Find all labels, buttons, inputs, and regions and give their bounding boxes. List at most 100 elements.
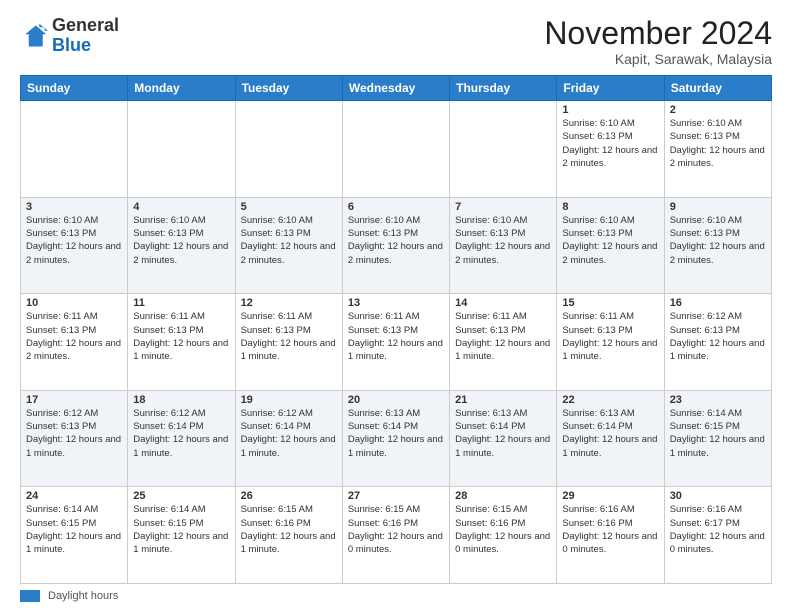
day-info: Sunrise: 6:14 AM Sunset: 6:15 PM Dayligh… xyxy=(133,503,229,556)
calendar-cell xyxy=(342,101,449,198)
day-number: 3 xyxy=(26,201,122,213)
day-info: Sunrise: 6:12 AM Sunset: 6:13 PM Dayligh… xyxy=(670,310,766,363)
day-info: Sunrise: 6:10 AM Sunset: 6:13 PM Dayligh… xyxy=(455,214,551,267)
day-number: 9 xyxy=(670,201,766,213)
day-number: 1 xyxy=(562,104,658,116)
calendar-week-row: 10Sunrise: 6:11 AM Sunset: 6:13 PM Dayli… xyxy=(21,294,772,391)
day-info: Sunrise: 6:14 AM Sunset: 6:15 PM Dayligh… xyxy=(670,407,766,460)
day-number: 20 xyxy=(348,394,444,406)
calendar-cell: 13Sunrise: 6:11 AM Sunset: 6:13 PM Dayli… xyxy=(342,294,449,391)
calendar-cell: 26Sunrise: 6:15 AM Sunset: 6:16 PM Dayli… xyxy=(235,487,342,584)
page: General Blue November 2024 Kapit, Sarawa… xyxy=(0,0,792,612)
calendar-week-row: 1 Sunrise: 6:10 AM Sunset: 6:13 PM Daylig… xyxy=(21,101,772,198)
day-number: 17 xyxy=(26,394,122,406)
calendar-cell: 9Sunrise: 6:10 AM Sunset: 6:13 PM Daylig… xyxy=(664,197,771,294)
calendar-cell: 29Sunrise: 6:16 AM Sunset: 6:16 PM Dayli… xyxy=(557,487,664,584)
day-number: 7 xyxy=(455,201,551,213)
weekday-header: Monday xyxy=(128,76,235,101)
day-info: Sunrise: 6:10 AM Sunset: 6:13 PM Dayligh… xyxy=(133,214,229,267)
logo-general-text: General xyxy=(52,15,119,35)
day-info: Sunrise: 6:10 AM Sunset: 6:13 PM Dayligh… xyxy=(562,214,658,267)
calendar-cell: 5Sunrise: 6:10 AM Sunset: 6:13 PM Daylig… xyxy=(235,197,342,294)
calendar-cell: 15Sunrise: 6:11 AM Sunset: 6:13 PM Dayli… xyxy=(557,294,664,391)
location: Kapit, Sarawak, Malaysia xyxy=(544,51,772,67)
day-info: Sunrise: 6:13 AM Sunset: 6:14 PM Dayligh… xyxy=(348,407,444,460)
day-number: 28 xyxy=(455,490,551,502)
day-number: 25 xyxy=(133,490,229,502)
weekday-header-row: SundayMondayTuesdayWednesdayThursdayFrid… xyxy=(21,76,772,101)
calendar-cell: 19Sunrise: 6:12 AM Sunset: 6:14 PM Dayli… xyxy=(235,390,342,487)
calendar-cell: 10Sunrise: 6:11 AM Sunset: 6:13 PM Dayli… xyxy=(21,294,128,391)
logo-blue-text: Blue xyxy=(52,35,91,55)
calendar-cell: 2Sunrise: 6:10 AM Sunset: 6:13 PM Daylig… xyxy=(664,101,771,198)
day-number: 11 xyxy=(133,297,229,309)
header: General Blue November 2024 Kapit, Sarawa… xyxy=(20,16,772,67)
calendar-cell: 25Sunrise: 6:14 AM Sunset: 6:15 PM Dayli… xyxy=(128,487,235,584)
calendar-week-row: 17Sunrise: 6:12 AM Sunset: 6:13 PM Dayli… xyxy=(21,390,772,487)
day-info: Sunrise: 6:15 AM Sunset: 6:16 PM Dayligh… xyxy=(455,503,551,556)
day-info: Sunrise: 6:15 AM Sunset: 6:16 PM Dayligh… xyxy=(241,503,337,556)
daylight-swatch xyxy=(20,590,40,602)
day-info: Sunrise: 6:10 AM Sunset: 6:13 PM Dayligh… xyxy=(26,214,122,267)
title-area: November 2024 Kapit, Sarawak, Malaysia xyxy=(544,16,772,67)
weekday-header: Wednesday xyxy=(342,76,449,101)
footer-label: Daylight hours xyxy=(48,590,118,602)
calendar-cell: 28Sunrise: 6:15 AM Sunset: 6:16 PM Dayli… xyxy=(450,487,557,584)
day-number: 8 xyxy=(562,201,658,213)
calendar-cell: 3Sunrise: 6:10 AM Sunset: 6:13 PM Daylig… xyxy=(21,197,128,294)
day-number: 19 xyxy=(241,394,337,406)
calendar-cell xyxy=(450,101,557,198)
day-number: 13 xyxy=(348,297,444,309)
calendar-cell xyxy=(21,101,128,198)
calendar-cell: 18Sunrise: 6:12 AM Sunset: 6:14 PM Dayli… xyxy=(128,390,235,487)
day-number: 12 xyxy=(241,297,337,309)
day-info: Sunrise: 6:11 AM Sunset: 6:13 PM Dayligh… xyxy=(562,310,658,363)
day-info: Sunrise: 6:16 AM Sunset: 6:17 PM Dayligh… xyxy=(670,503,766,556)
logo-icon xyxy=(20,22,48,50)
day-info: Sunrise: 6:13 AM Sunset: 6:14 PM Dayligh… xyxy=(455,407,551,460)
day-info: Sunrise: 6:12 AM Sunset: 6:14 PM Dayligh… xyxy=(133,407,229,460)
day-number: 29 xyxy=(562,490,658,502)
day-info: Sunrise: 6:11 AM Sunset: 6:13 PM Dayligh… xyxy=(455,310,551,363)
day-info: Sunrise: 6:10 AM Sunset: 6:13 PM Dayligh… xyxy=(670,214,766,267)
calendar-cell: 21Sunrise: 6:13 AM Sunset: 6:14 PM Dayli… xyxy=(450,390,557,487)
day-info: Sunrise: 6:10 AM Sunset: 6:13 PM Dayligh… xyxy=(670,117,766,170)
logo: General Blue xyxy=(20,16,119,56)
day-number: 24 xyxy=(26,490,122,502)
day-number: 22 xyxy=(562,394,658,406)
calendar-cell: 17Sunrise: 6:12 AM Sunset: 6:13 PM Dayli… xyxy=(21,390,128,487)
day-number: 26 xyxy=(241,490,337,502)
weekday-header: Saturday xyxy=(664,76,771,101)
weekday-header: Sunday xyxy=(21,76,128,101)
calendar-cell: 1Sunrise: 6:10 AM Sunset: 6:13 PM Daylig… xyxy=(557,101,664,198)
day-info: Sunrise: 6:12 AM Sunset: 6:13 PM Dayligh… xyxy=(26,407,122,460)
weekday-header: Thursday xyxy=(450,76,557,101)
weekday-header: Friday xyxy=(557,76,664,101)
day-info: Sunrise: 6:12 AM Sunset: 6:14 PM Dayligh… xyxy=(241,407,337,460)
calendar-cell: 16Sunrise: 6:12 AM Sunset: 6:13 PM Dayli… xyxy=(664,294,771,391)
calendar-cell: 8Sunrise: 6:10 AM Sunset: 6:13 PM Daylig… xyxy=(557,197,664,294)
day-number: 14 xyxy=(455,297,551,309)
calendar-week-row: 3Sunrise: 6:10 AM Sunset: 6:13 PM Daylig… xyxy=(21,197,772,294)
day-info: Sunrise: 6:11 AM Sunset: 6:13 PM Dayligh… xyxy=(241,310,337,363)
day-number: 5 xyxy=(241,201,337,213)
calendar-cell xyxy=(235,101,342,198)
day-info: Sunrise: 6:11 AM Sunset: 6:13 PM Dayligh… xyxy=(26,310,122,363)
day-number: 10 xyxy=(26,297,122,309)
day-number: 2 xyxy=(670,104,766,116)
day-info: Sunrise: 6:11 AM Sunset: 6:13 PM Dayligh… xyxy=(133,310,229,363)
day-number: 4 xyxy=(133,201,229,213)
day-number: 18 xyxy=(133,394,229,406)
day-number: 27 xyxy=(348,490,444,502)
calendar-cell: 7Sunrise: 6:10 AM Sunset: 6:13 PM Daylig… xyxy=(450,197,557,294)
day-info: Sunrise: 6:15 AM Sunset: 6:16 PM Dayligh… xyxy=(348,503,444,556)
calendar-week-row: 24 Sunrise: 6:14 AM Sunset: 6:15 PM Dayli… xyxy=(21,487,772,584)
day-number: 21 xyxy=(455,394,551,406)
day-info: Sunrise: 6:16 AM Sunset: 6:16 PM Dayligh… xyxy=(562,503,658,556)
day-info: Sunrise: 6:11 AM Sunset: 6:13 PM Dayligh… xyxy=(348,310,444,363)
month-title: November 2024 xyxy=(544,16,772,51)
day-number: 15 xyxy=(562,297,658,309)
day-number: 16 xyxy=(670,297,766,309)
calendar-table: SundayMondayTuesdayWednesdayThursdayFrid… xyxy=(20,75,772,584)
day-number: 6 xyxy=(348,201,444,213)
